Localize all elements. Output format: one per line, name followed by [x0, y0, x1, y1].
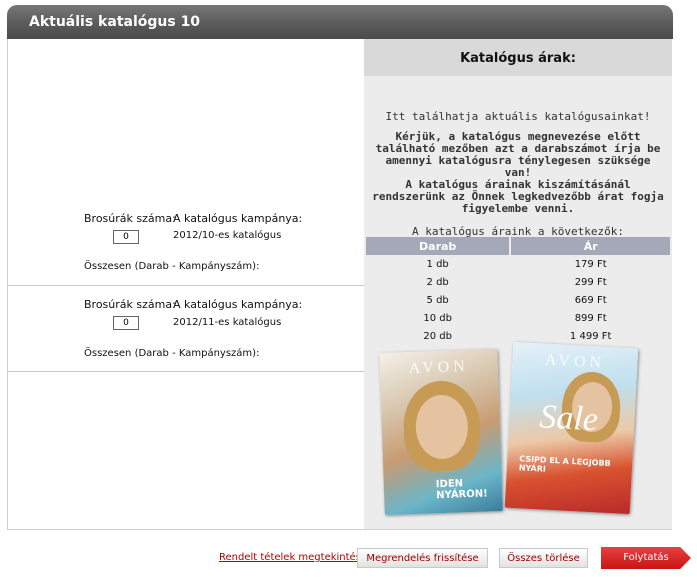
brand-logo: AVON	[408, 357, 470, 378]
row-divider	[8, 285, 364, 286]
table-row: 1 db 179 Ft	[366, 255, 670, 273]
order-section: Brosúrák száma: A katalógus kampánya: 0 …	[8, 39, 364, 529]
brochure-count-label: Brosúrák száma:	[84, 298, 176, 311]
count-cell: 5 db	[426, 294, 449, 306]
column-header-price: Ár	[511, 237, 670, 255]
view-ordered-items-link[interactable]: Rendelt tételek megtekintése	[219, 552, 367, 563]
cover-tagline: IDEN NYÁRON!	[435, 478, 488, 502]
campaign-label: A katalógus kampánya:	[173, 212, 303, 225]
brand-logo: AVON	[544, 351, 606, 372]
price-cell: 899 Ft	[574, 312, 607, 324]
catalog-cover-image: AVON IDEN NYÁRON!	[379, 348, 503, 516]
catalog-cover-image: AVON Sale CSIPD EL A LEGJOBB NYÁRI	[504, 341, 639, 515]
notice-text: Kérjük, a katalógus megnevezése előtt ta…	[375, 130, 661, 179]
clear-all-button[interactable]: Összes törlése	[499, 548, 588, 568]
notice-text-2: A katalógus árainak kiszámításánál rends…	[372, 178, 664, 215]
continue-button[interactable]: Folytatás	[601, 547, 691, 569]
price-cell: 669 Ft	[574, 294, 607, 306]
quantity-input[interactable]: 0	[113, 230, 139, 244]
catalog-panel: Brosúrák száma: A katalógus kampánya: 0 …	[7, 39, 672, 530]
count-cell: 20 db	[423, 330, 452, 342]
total-label: Összesen (Darab - Kampányszám):	[84, 261, 260, 272]
total-label: Összesen (Darab - Kampányszám):	[84, 348, 260, 359]
count-cell: 1 db	[426, 258, 449, 270]
count-cell: 10 db	[423, 312, 452, 324]
page-title: Aktuális katalógus 10	[29, 14, 201, 30]
table-row: 5 db 669 Ft	[366, 291, 670, 309]
campaign-label: A katalógus kampánya:	[173, 298, 303, 311]
quantity-input[interactable]: 0	[113, 316, 139, 330]
title-bar: Aktuális katalógus 10	[7, 5, 673, 39]
intro-text: Itt találhatja aktuális katalógusainkat!	[385, 110, 651, 123]
catalog-name: 2012/10-es katalógus	[173, 230, 282, 241]
refresh-order-button[interactable]: Megrendelés frissítése	[357, 548, 488, 568]
cover-tagline: CSIPD EL A LEGJOBB NYÁRI	[518, 454, 611, 474]
brochure-count-label: Brosúrák száma:	[84, 212, 176, 225]
price-cell: 179 Ft	[574, 258, 607, 270]
price-header: Katalógus árak:	[364, 39, 672, 76]
table-row: 2 db 299 Ft	[366, 273, 670, 291]
row-divider	[8, 371, 364, 372]
price-table: Darab Ár 1 db 179 Ft 2 db 299 Ft 5 db 669 F…	[364, 237, 672, 345]
sale-headline: Sale	[538, 398, 599, 439]
count-cell: 2 db	[426, 276, 449, 288]
column-header-count: Darab	[366, 237, 510, 255]
catalog-name: 2012/11-es katalógus	[173, 317, 282, 328]
table-row: 10 db 899 Ft	[366, 309, 670, 327]
price-cell: 299 Ft	[574, 276, 607, 288]
price-info-section: Katalógus árak: Itt találhatja aktuális …	[364, 39, 672, 529]
